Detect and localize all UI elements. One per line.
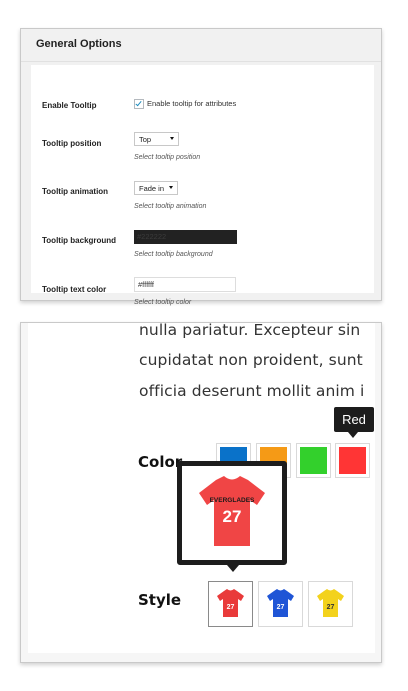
panel-header: General Options <box>21 29 381 62</box>
tshirt-icon: 27 <box>217 589 244 617</box>
tooltip-arrow <box>227 565 239 572</box>
tooltip-text-color-description: Select tooltip color <box>134 299 192 306</box>
tooltip-animation-select[interactable]: Fade in <box>134 181 178 195</box>
dropdown-arrow-icon <box>170 137 174 140</box>
enable-tooltip-label: Enable Tooltip <box>42 101 97 110</box>
svg-text:27: 27 <box>227 604 235 611</box>
description-text-line: officia deserunt mollit anim i <box>139 382 365 400</box>
tooltip-background-description: Select tooltip background <box>134 251 213 258</box>
frontend-preview-panel: nulla pariatur. Excepteur sin cupidatat … <box>20 322 382 663</box>
color-swatch-green[interactable] <box>296 443 331 478</box>
style-swatch-yellow-shirt[interactable]: 27 <box>308 581 353 627</box>
panel-title: General Options <box>36 38 122 50</box>
tooltip-position-description: Select tooltip position <box>134 154 201 161</box>
color-tooltip: Red <box>334 407 374 438</box>
dropdown-arrow-icon <box>169 186 173 189</box>
tooltip-position-select[interactable]: Top <box>134 132 179 146</box>
image-tooltip: EVERGLADES 27 <box>177 461 287 565</box>
tooltip-position-value: Top <box>139 135 152 144</box>
shirt-print-number: 27 <box>223 507 242 526</box>
product-preview: nulla pariatur. Excepteur sin cupidatat … <box>28 323 375 653</box>
tooltip-animation-label: Tooltip animation <box>42 187 109 196</box>
style-swatch-red-shirt[interactable]: 27 <box>208 581 253 627</box>
tshirt-icon: 27 <box>317 589 344 617</box>
tshirt-icon: 27 <box>267 589 294 617</box>
tooltip-background-input[interactable]: #222222 <box>134 230 237 244</box>
description-text-line: cupidatat non proident, sunt <box>139 351 363 369</box>
style-attribute-label: Style <box>138 591 182 609</box>
color-attribute-label: Color <box>138 453 183 471</box>
swatch-fill <box>300 447 327 474</box>
enable-tooltip-checkbox-label[interactable]: Enable tooltip for attributes <box>147 99 236 108</box>
description-text-line: nulla pariatur. Excepteur sin <box>139 323 361 339</box>
enable-tooltip-checkbox[interactable] <box>134 99 144 109</box>
options-form: Enable Tooltip Enable tooltip for attrib… <box>31 65 374 306</box>
style-swatch-blue-shirt[interactable]: 27 <box>258 581 303 627</box>
svg-text:27: 27 <box>327 604 335 611</box>
shirt-print-text: EVERGLADES <box>210 497 255 504</box>
tooltip-text-color-input[interactable]: #ffffff <box>134 277 236 292</box>
swatch-fill <box>339 447 366 474</box>
general-options-panel: General Options Enable Tooltip Enable to… <box>20 28 382 306</box>
svg-text:27: 27 <box>277 604 285 611</box>
tooltip-position-label: Tooltip position <box>42 139 102 148</box>
color-swatch-red[interactable] <box>335 443 370 478</box>
tooltip-animation-description: Select tooltip animation <box>134 203 207 210</box>
tshirt-preview-image: EVERGLADES 27 <box>199 476 265 546</box>
tooltip-animation-value: Fade in <box>139 184 165 193</box>
tooltip-text-color-label: Tooltip text color <box>42 285 107 294</box>
tooltip-background-label: Tooltip background <box>42 236 117 245</box>
